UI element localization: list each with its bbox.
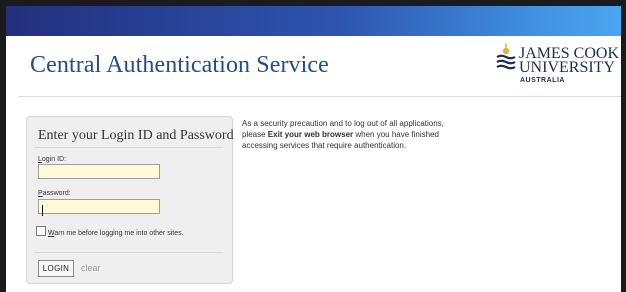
logo-text-line2: UNIVERSITY (519, 59, 615, 76)
warn-checkbox[interactable] (36, 226, 46, 236)
login-heading: Enter your Login ID and Password (38, 128, 234, 143)
warn-label-text: arn me before logging me into other site… (54, 230, 184, 237)
top-banner-bar (6, 6, 621, 36)
password-label: Password: (38, 190, 71, 197)
logo-text-line3: AUSTRALIA (520, 77, 565, 84)
login-heading-divider (35, 147, 223, 148)
login-button[interactable]: LOGIN (38, 260, 74, 277)
window-frame-right (621, 0, 626, 292)
warn-label: Warn me before logging me into other sit… (48, 230, 184, 237)
header-divider (18, 96, 621, 97)
page-title: Central Authentication Service (30, 52, 329, 78)
login-actions-divider (35, 252, 223, 253)
login-id-input[interactable] (38, 164, 160, 179)
security-notice: As a security precaution and to log out … (242, 118, 447, 151)
notice-emphasis: Exit your web browser (267, 130, 354, 139)
login-id-label: Login ID: (38, 156, 66, 163)
login-form: Enter your Login ID and Password Login I… (26, 116, 234, 284)
password-label-text: assword: (42, 190, 71, 197)
jcu-emblem-icon (496, 42, 516, 70)
window-frame-left (0, 0, 6, 292)
password-input[interactable] (38, 199, 160, 214)
jcu-logo: JAMES COOK UNIVERSITY AUSTRALIA (495, 40, 619, 88)
login-id-label-text: ogin ID: (41, 156, 67, 163)
clear-link[interactable]: clear (81, 263, 101, 273)
text-cursor (42, 205, 43, 216)
